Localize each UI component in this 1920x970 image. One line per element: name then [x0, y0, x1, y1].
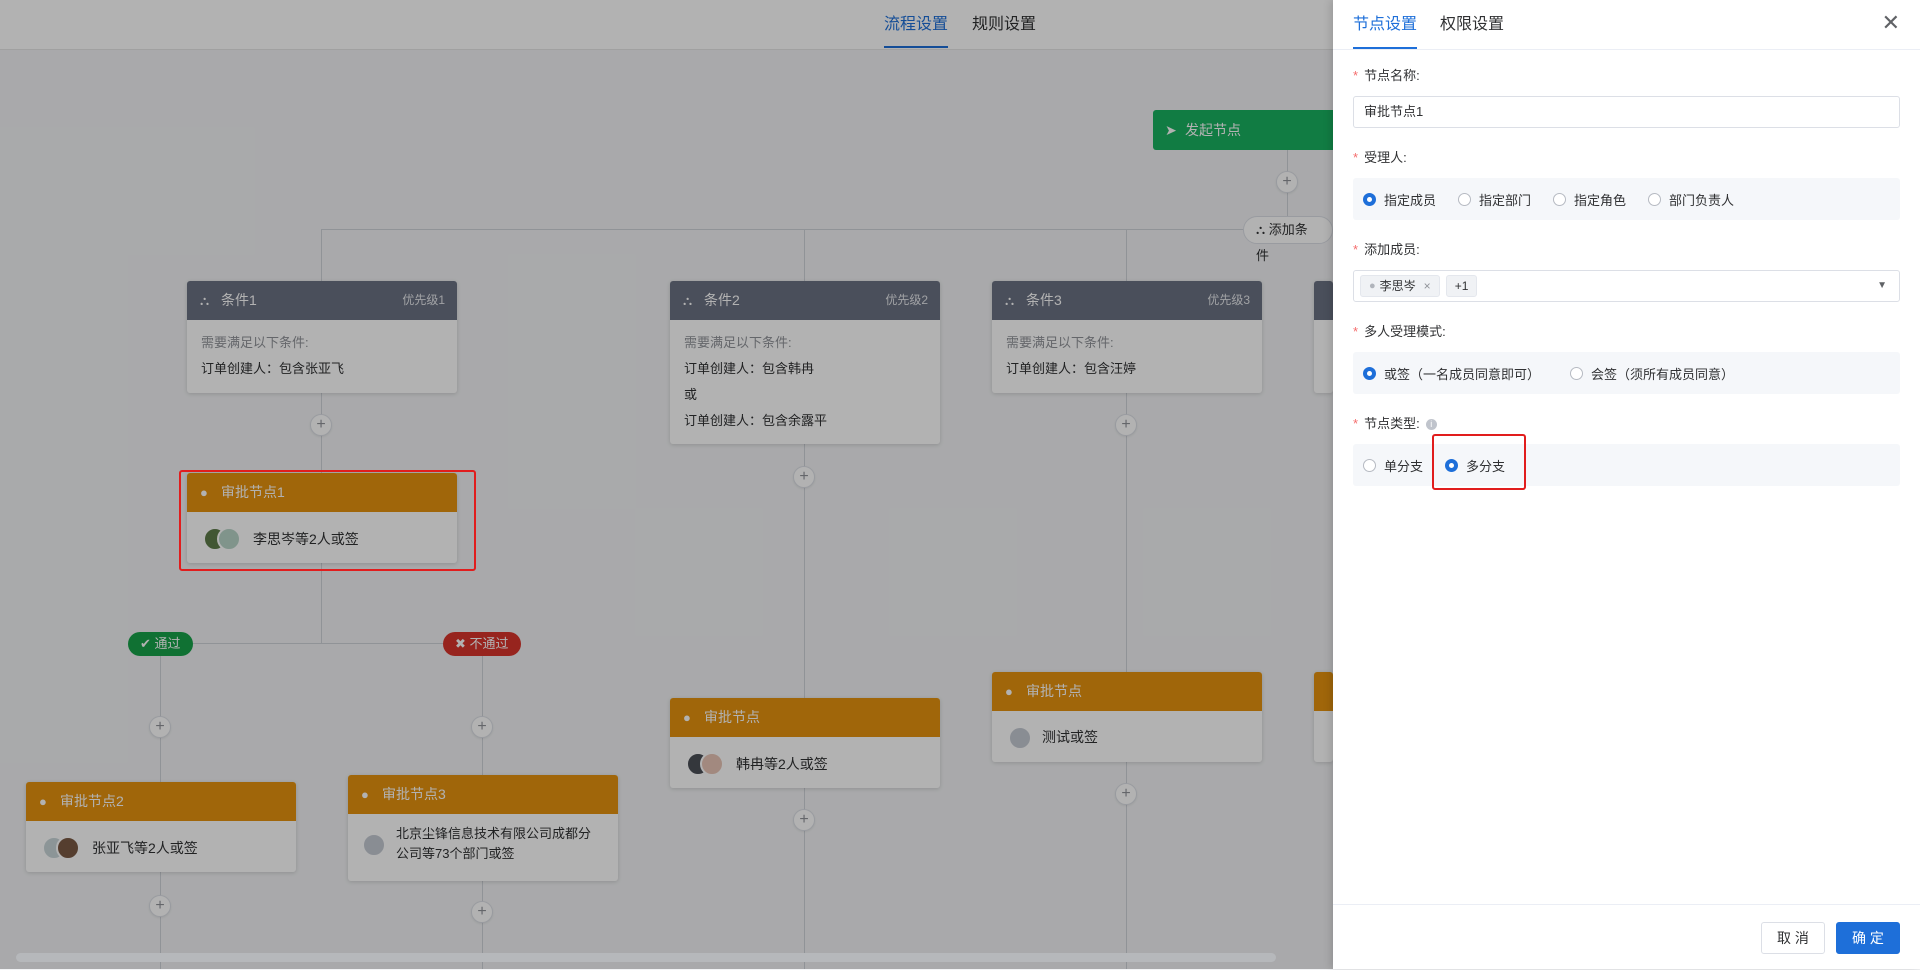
radio-assign-role[interactable]: 指定角色: [1553, 190, 1626, 209]
assignee-label: * 受理人:: [1353, 150, 1407, 165]
node-name-field: * 节点名称: 审批节点1: [1353, 66, 1900, 128]
drawer-footer: 取 消 确 定: [1333, 904, 1920, 970]
caret-down-icon[interactable]: ▼: [1877, 280, 1887, 291]
node-settings-drawer: 节点设置 权限设置 ✕ * 节点名称: 审批节点1 * 受理人: 指定成员 指定部门…: [1333, 0, 1920, 969]
mode-radio-group: 或签（一名成员同意即可） 会签（须所有成员同意）: [1353, 352, 1900, 394]
assignee-radio-group: 指定成员 指定部门 指定角色 部门负责人: [1353, 178, 1900, 220]
drawer-header: 节点设置 权限设置 ✕: [1333, 0, 1920, 50]
members-field: * 添加成员: ● 李思岑 × +1 ▼: [1353, 240, 1900, 302]
horizontal-scrollbar[interactable]: [16, 953, 1276, 962]
radio-or-sign[interactable]: 或签（一名成员同意即可）: [1363, 364, 1540, 383]
radio-icon: [1363, 458, 1376, 472]
tag-close-icon[interactable]: ×: [1424, 276, 1431, 296]
more-members-tag: +1: [1445, 275, 1478, 297]
flow-canvas[interactable]: 流程设置 规则设置 ➤ 发起节点 + ⛬ 添加条件 ⛬ 条件1 优先级1 需要满…: [0, 0, 1333, 969]
radio-single-branch[interactable]: 单分支: [1363, 456, 1423, 475]
info-icon[interactable]: i: [1425, 419, 1437, 431]
highlight-box: [179, 470, 476, 571]
members-label: * 添加成员:: [1353, 242, 1420, 257]
mode-label: * 多人受理模式:: [1353, 324, 1446, 339]
tab-node-settings[interactable]: 节点设置: [1353, 14, 1418, 49]
radio-checked-icon: [1363, 366, 1376, 380]
radio-assign-dept-head[interactable]: 部门负责人: [1648, 190, 1734, 209]
radio-icon: [1570, 366, 1584, 380]
radio-assign-member[interactable]: 指定成员: [1363, 190, 1436, 209]
close-icon[interactable]: ✕: [1882, 12, 1900, 34]
radio-checked-icon: [1363, 192, 1376, 206]
members-select[interactable]: ● 李思岑 × +1 ▼: [1353, 270, 1900, 302]
multi-approver-mode-field: * 多人受理模式: 或签（一名成员同意即可） 会签（须所有成员同意）: [1353, 322, 1900, 394]
member-tag: ● 李思岑 ×: [1360, 275, 1440, 297]
radio-icon: [1458, 192, 1472, 206]
node-name-label: * 节点名称:: [1353, 68, 1420, 83]
assignee-field: * 受理人: 指定成员 指定部门 指定角色 部门负责人: [1353, 148, 1900, 220]
radio-assign-department[interactable]: 指定部门: [1458, 190, 1531, 209]
radio-countersign[interactable]: 会签（须所有成员同意）: [1570, 364, 1734, 383]
node-name-input[interactable]: 审批节点1: [1353, 96, 1900, 128]
confirm-button[interactable]: 确 定: [1836, 922, 1900, 954]
radio-icon: [1648, 192, 1662, 206]
node-type-label: * 节点类型: i: [1353, 414, 1900, 434]
cancel-button[interactable]: 取 消: [1761, 922, 1825, 954]
highlight-box: [1432, 434, 1526, 490]
radio-icon: [1553, 192, 1567, 206]
user-icon: ●: [1369, 280, 1376, 292]
tab-permission-settings[interactable]: 权限设置: [1440, 14, 1504, 47]
